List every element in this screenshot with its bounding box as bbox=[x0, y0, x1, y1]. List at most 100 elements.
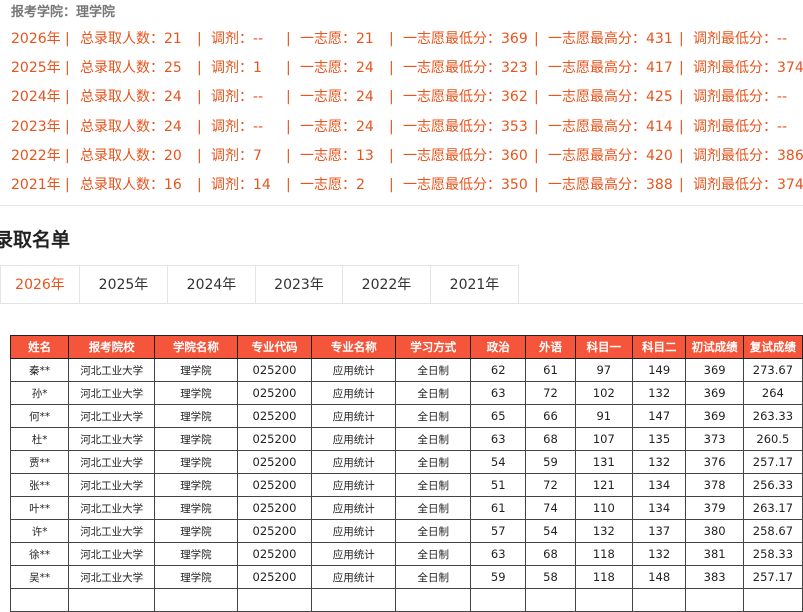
column-header[interactable]: 学院名称 bbox=[154, 335, 238, 359]
stat-year: 2023年 bbox=[11, 118, 61, 135]
table-cell: 118 bbox=[574, 542, 633, 566]
table-cell: 257.17 bbox=[742, 565, 803, 589]
column-header[interactable]: 姓名 bbox=[9, 335, 70, 359]
separator: | bbox=[197, 60, 202, 77]
tab-2023年[interactable]: 2023年 bbox=[255, 265, 343, 304]
stat-total: 总录取人数：20 bbox=[80, 147, 182, 164]
column-header[interactable]: 报考院校 bbox=[68, 335, 156, 359]
table-cell: 147 bbox=[631, 404, 687, 428]
table-cell: 74 bbox=[525, 496, 576, 520]
table-cell: 全日制 bbox=[395, 542, 472, 566]
table-cell: 263.33 bbox=[742, 404, 803, 428]
table-cell: 应用统计 bbox=[311, 565, 397, 589]
stat-adjust: 调剂：-- bbox=[211, 31, 264, 47]
table-cell: 吴** bbox=[9, 565, 70, 589]
table-cell: 54 bbox=[470, 450, 527, 474]
tab-2021年[interactable]: 2021年 bbox=[430, 265, 519, 304]
table-cell: 61 bbox=[470, 496, 527, 520]
stat-first: 一志愿：24 bbox=[300, 60, 374, 77]
table-cell: 118 bbox=[574, 565, 633, 589]
column-header[interactable]: 科目一 bbox=[574, 335, 633, 359]
stat-adjust: 调剂：14 bbox=[211, 176, 271, 193]
separator: | bbox=[286, 89, 291, 106]
table-cell: 121 bbox=[574, 473, 633, 497]
table-cell: 149 bbox=[631, 358, 687, 382]
table-cell: 132 bbox=[574, 519, 633, 543]
table-cell: 263.17 bbox=[742, 496, 803, 520]
column-header[interactable]: 专业代码 bbox=[236, 335, 313, 359]
table-cell: 孙* bbox=[9, 381, 70, 405]
table-cell: 应用统计 bbox=[311, 496, 397, 520]
table-cell bbox=[470, 588, 527, 612]
table-cell: 258.67 bbox=[742, 519, 803, 543]
table-cell bbox=[395, 588, 472, 612]
table-row: 孙* 河北工业大学 理学院 025200 应用统计 全日制 63 72 102 132 369 264 bbox=[9, 381, 803, 405]
stat-total: 总录取人数：25 bbox=[80, 60, 182, 77]
separator: | bbox=[286, 60, 291, 77]
table-cell: 贾** bbox=[9, 450, 70, 474]
separator: | bbox=[197, 31, 202, 47]
table-row: 秦** 河北工业大学 理学院 025200 应用统计 全日制 62 61 97 149 369 273… bbox=[9, 358, 803, 382]
table-cell: 河北工业大学 bbox=[68, 519, 156, 543]
table-row bbox=[9, 588, 803, 612]
table-cell: 理学院 bbox=[154, 496, 238, 520]
table-cell: 025200 bbox=[236, 496, 313, 520]
table-cell: 河北工业大学 bbox=[68, 496, 156, 520]
table-cell: 河北工业大学 bbox=[68, 450, 156, 474]
table-cell: 应用统计 bbox=[311, 427, 397, 451]
separator: | bbox=[65, 60, 70, 77]
tab-2022年[interactable]: 2022年 bbox=[342, 265, 431, 304]
stat-total: 总录取人数：24 bbox=[80, 89, 182, 106]
table-cell: 373 bbox=[685, 427, 744, 451]
column-header[interactable]: 学习方式 bbox=[395, 335, 472, 359]
admission-table: 姓名 报考院校 学院名称 专业代码 专业名称 学习方式 政治 外语 科目一 科目二 初试成绩 复试成绩… bbox=[9, 335, 803, 612]
table-cell: 51 bbox=[470, 473, 527, 497]
stat-first-min: 一志愿最低分：362 bbox=[403, 89, 528, 106]
table-cell: 59 bbox=[525, 450, 576, 474]
tab-2024年[interactable]: 2024年 bbox=[167, 265, 256, 304]
table-cell: 66 bbox=[525, 404, 576, 428]
column-header[interactable]: 初试成绩 bbox=[685, 335, 744, 359]
column-header[interactable]: 复试成绩 bbox=[742, 335, 803, 359]
table-cell: 应用统计 bbox=[311, 473, 397, 497]
separator: | bbox=[534, 147, 539, 164]
tab-2025年[interactable]: 2025年 bbox=[79, 265, 168, 304]
table-cell: 应用统计 bbox=[311, 381, 397, 405]
table-cell bbox=[9, 588, 70, 612]
table-row: 叶** 河北工业大学 理学院 025200 应用统计 全日制 61 74 110 134 379 26… bbox=[9, 496, 803, 520]
table-cell: 应用统计 bbox=[311, 519, 397, 543]
table-row: 何** 河北工业大学 理学院 025200 应用统计 全日制 65 66 91 147 369 263… bbox=[9, 404, 803, 428]
separator: | bbox=[679, 176, 684, 193]
column-header[interactable]: 专业名称 bbox=[311, 335, 397, 359]
tab-2026年[interactable]: 2026年 bbox=[0, 265, 80, 304]
table-cell: 257.17 bbox=[742, 450, 803, 474]
column-header[interactable]: 科目二 bbox=[631, 335, 687, 359]
column-header[interactable]: 政治 bbox=[470, 335, 527, 359]
table-cell bbox=[574, 588, 633, 612]
column-header[interactable]: 外语 bbox=[525, 335, 576, 359]
table-cell: 025200 bbox=[236, 450, 313, 474]
stat-adjust: 调剂：-- bbox=[211, 89, 264, 106]
section-title: 录取名单 bbox=[0, 229, 71, 251]
table-cell bbox=[685, 588, 744, 612]
separator: | bbox=[534, 118, 539, 135]
table-cell bbox=[742, 588, 803, 612]
table-cell: 理学院 bbox=[154, 427, 238, 451]
separator: | bbox=[679, 31, 684, 47]
stat-first-max: 一志愿最高分：388 bbox=[548, 176, 673, 193]
stat-first: 一志愿：24 bbox=[300, 118, 374, 135]
separator: | bbox=[65, 31, 70, 47]
separator: | bbox=[286, 147, 291, 164]
separator: | bbox=[197, 89, 202, 106]
table-cell: 378 bbox=[685, 473, 744, 497]
separator: | bbox=[534, 176, 539, 193]
table-cell bbox=[525, 588, 576, 612]
table-cell: 025200 bbox=[236, 473, 313, 497]
table-cell: 理学院 bbox=[154, 404, 238, 428]
table-cell: 徐** bbox=[9, 542, 70, 566]
table-cell: 148 bbox=[631, 565, 687, 589]
stat-adjust: 调剂：7 bbox=[211, 147, 262, 164]
table-cell: 河北工业大学 bbox=[68, 565, 156, 589]
stat-first: 一志愿：2 bbox=[300, 176, 365, 193]
table-cell: 河北工业大学 bbox=[68, 404, 156, 428]
